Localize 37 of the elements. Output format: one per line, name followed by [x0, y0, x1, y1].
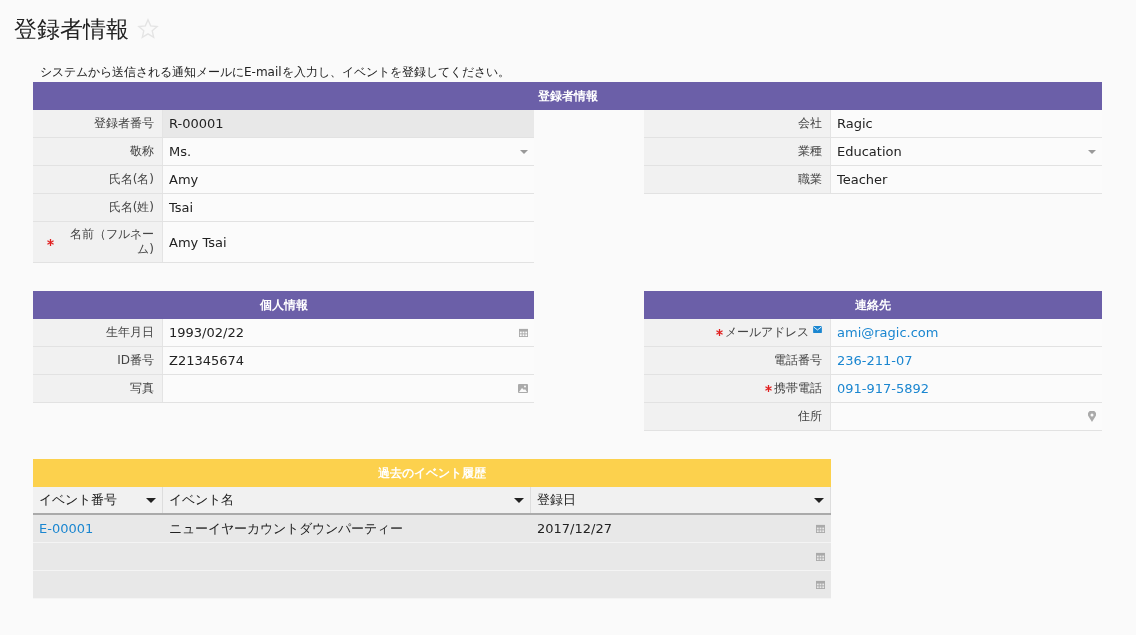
calendar-icon[interactable] [816, 552, 825, 561]
calendar-icon[interactable] [816, 580, 825, 589]
field-label: 氏名(姓) [33, 194, 163, 221]
column-header[interactable]: イベント番号 [33, 487, 163, 513]
section-header: 個人情報 [33, 291, 534, 319]
field-label: 住所 [644, 403, 831, 430]
field-label: 業種 [644, 138, 831, 165]
page-title: 登録者情報 [14, 14, 129, 44]
location-pin-icon[interactable] [1088, 411, 1096, 422]
column-header[interactable]: イベント名 [163, 487, 531, 513]
calendar-icon[interactable] [816, 524, 825, 533]
field-label: 敬称 [33, 138, 163, 165]
table-cell: ニューイヤーカウントダウンパーティー [169, 519, 403, 538]
caret-icon[interactable] [814, 497, 824, 503]
instruction-text: システムから送信される通知メールにE-mailを入力し、イベントを登録してください。 [40, 64, 511, 78]
caret-icon[interactable] [514, 497, 524, 503]
field-value[interactable]: R-00001 [163, 110, 534, 137]
field-label: 写真 [33, 375, 163, 402]
field-label: 会社 [644, 110, 831, 137]
field-label: メールアドレス [644, 319, 831, 346]
caret-icon[interactable] [146, 497, 156, 503]
calendar-icon[interactable] [519, 328, 528, 337]
field-label: 携帯電話 [644, 375, 831, 402]
field-label: 登録者番号 [33, 110, 163, 137]
field-label: 名前（フルネーム) [33, 222, 163, 262]
column-header[interactable]: 登録日 [531, 487, 831, 513]
envelope-icon [813, 326, 822, 333]
field-label: 氏名(名) [33, 166, 163, 193]
field-label: 生年月日 [33, 319, 163, 346]
field-label: 電話番号 [644, 347, 831, 374]
table-cell: 2017/12/27 [537, 521, 612, 536]
section-header: 登録者情報 [33, 82, 1102, 110]
field-label: ID番号 [33, 347, 163, 374]
section-header: 連絡先 [644, 291, 1102, 319]
field-label: 職業 [644, 166, 831, 193]
section-header: 過去のイベント履歴 [33, 459, 831, 487]
image-icon[interactable] [518, 384, 528, 393]
